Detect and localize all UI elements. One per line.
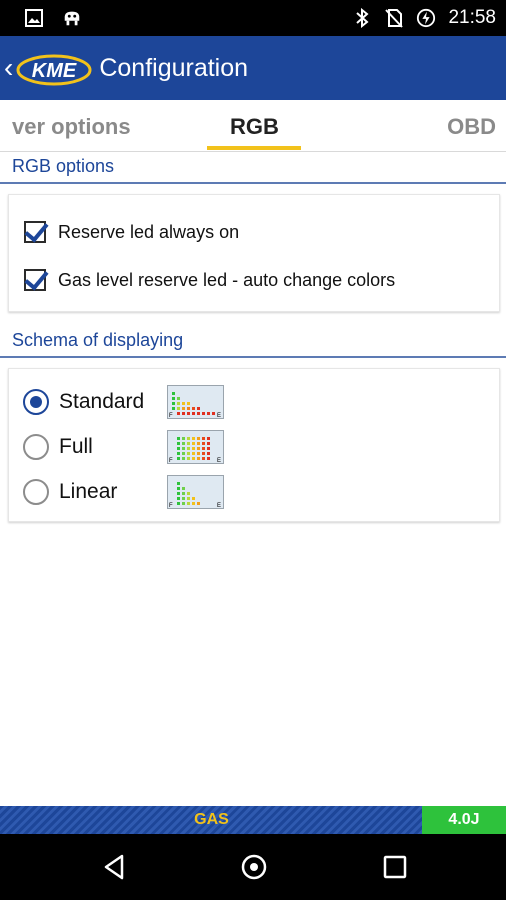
- rgb-options-header: RGB options: [0, 152, 506, 184]
- status-left-icons: [24, 8, 82, 28]
- svg-text:KME: KME: [32, 60, 77, 82]
- back-icon[interactable]: [100, 852, 130, 882]
- auto-change-colors-checkbox[interactable]: [24, 269, 46, 291]
- page-title: Configuration: [99, 53, 249, 82]
- full-label: Full: [59, 435, 93, 458]
- standard-radio[interactable]: [23, 389, 49, 415]
- reserve-led-row[interactable]: Reserve led always on: [9, 219, 499, 245]
- status-right-icons: 21:58: [352, 7, 496, 29]
- schema-standard-icon: F E: [167, 385, 224, 419]
- svg-text:F: F: [169, 503, 173, 508]
- schema-full-row[interactable]: Full F E: [9, 430, 499, 464]
- bluetooth-icon: [352, 8, 372, 28]
- schema-header: Schema of displaying: [0, 326, 506, 358]
- svg-text:E: E: [217, 458, 221, 463]
- tab-bar: ver options RGB OBD: [0, 100, 506, 152]
- status-bar: 21:58: [0, 0, 506, 36]
- android-debug-icon: [62, 8, 82, 28]
- standard-label: Standard: [59, 390, 145, 413]
- auto-change-colors-label: Gas level reserve led - auto change colo…: [58, 269, 396, 290]
- system-nav-bar: [0, 834, 506, 900]
- app-bar: ‹ KME Configuration: [0, 36, 506, 100]
- schema-linear-row[interactable]: Linear F E: [9, 475, 499, 509]
- tab-rgb[interactable]: RGB: [230, 114, 279, 140]
- tab-obd[interactable]: OBD: [447, 114, 496, 140]
- rgb-options-card: Reserve led always on Gas level reserve …: [8, 194, 500, 312]
- schema-card: Standard F E Full F E Linear F E: [8, 368, 500, 522]
- home-icon[interactable]: [239, 852, 269, 882]
- up-navigation-icon[interactable]: ‹: [4, 54, 13, 82]
- svg-text:F: F: [169, 413, 173, 418]
- schema-full-icon: F E: [167, 430, 224, 464]
- svg-text:E: E: [217, 503, 221, 508]
- recents-icon[interactable]: [380, 852, 410, 882]
- linear-label: Linear: [59, 480, 118, 503]
- battery-charging-icon: [416, 8, 436, 28]
- version-badge: 4.0J: [422, 806, 506, 834]
- schema-standard-row[interactable]: Standard F E: [9, 385, 499, 419]
- kme-logo[interactable]: KME: [15, 48, 93, 88]
- fuel-status-bar: GAS 4.0J: [0, 806, 506, 834]
- image-icon: [24, 8, 44, 28]
- full-radio[interactable]: [23, 434, 49, 460]
- linear-radio[interactable]: [23, 479, 49, 505]
- svg-text:E: E: [217, 413, 221, 418]
- reserve-led-checkbox[interactable]: [24, 221, 46, 243]
- tab-driver-options[interactable]: ver options: [12, 114, 131, 140]
- auto-change-colors-row[interactable]: Gas level reserve led - auto change colo…: [9, 267, 499, 293]
- no-sim-icon: [384, 8, 404, 28]
- reserve-led-label: Reserve led always on: [58, 221, 240, 242]
- fuel-label: GAS: [194, 811, 229, 828]
- clock: 21:58: [448, 7, 496, 28]
- svg-text:F: F: [169, 458, 173, 463]
- schema-linear-icon: F E: [167, 475, 224, 509]
- tab-indicator: [207, 146, 301, 150]
